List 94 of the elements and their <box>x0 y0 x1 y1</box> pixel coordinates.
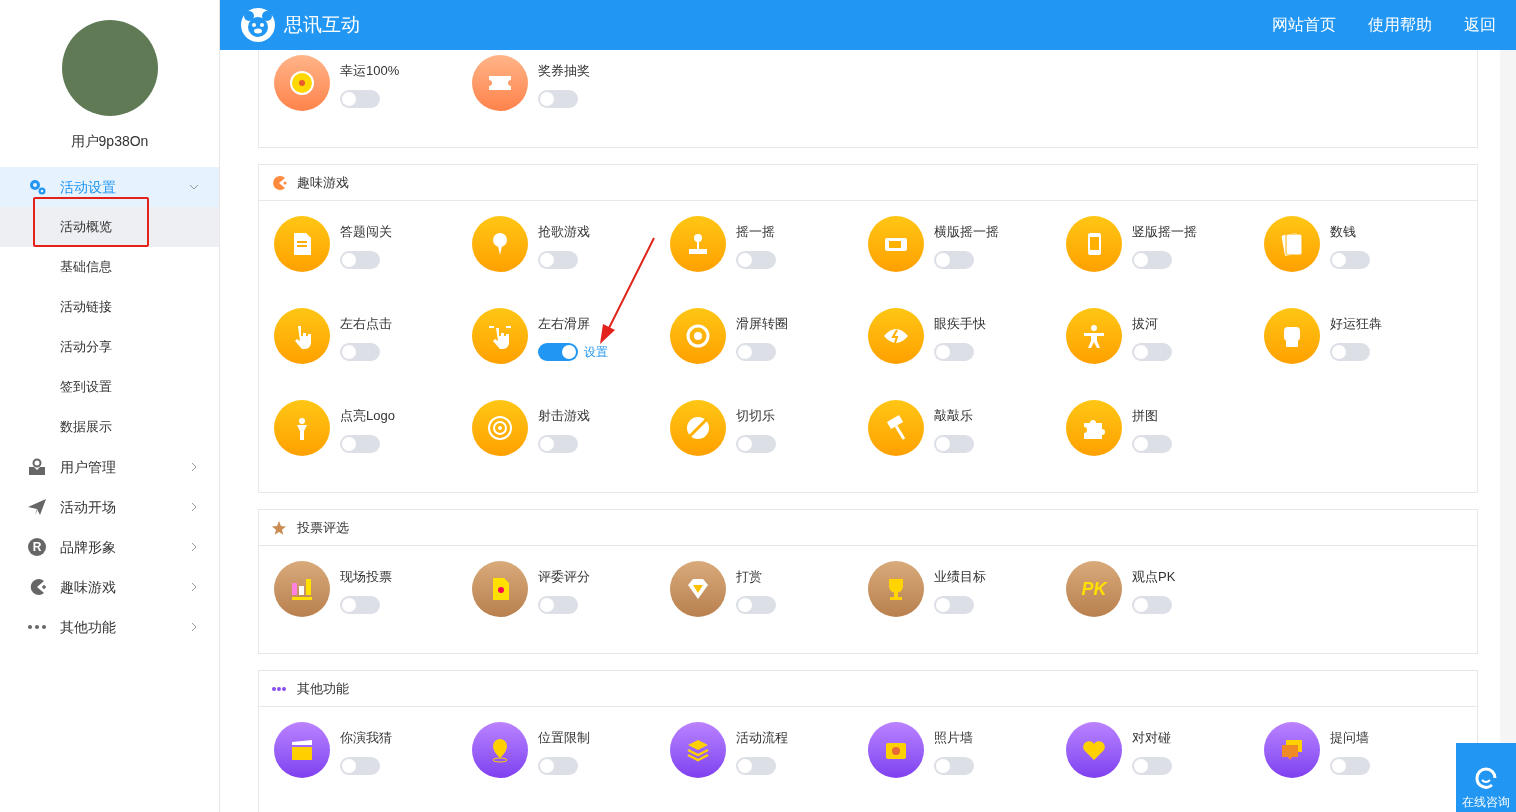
more-dots-icon <box>28 625 46 629</box>
feature-label: 答题闯关 <box>340 223 392 241</box>
gear-icon <box>28 178 46 196</box>
target-icon <box>486 414 514 442</box>
sliced-circle-icon <box>684 414 712 442</box>
consult-label: 在线咨询 <box>1462 795 1510 809</box>
feature-label: 眼疾手快 <box>934 315 986 333</box>
toggle-switch[interactable] <box>934 251 974 269</box>
toggle-switch[interactable] <box>934 435 974 453</box>
section-title: 其他功能 <box>297 679 349 698</box>
feature-label: 横版摇一摇 <box>934 223 999 241</box>
feature-label: 你演我猜 <box>340 729 392 747</box>
toggle-switch[interactable] <box>1132 435 1172 453</box>
feature-label: 左右滑屏 <box>538 315 591 333</box>
section-title: 投票评选 <box>297 518 349 537</box>
paper-plane-icon <box>28 498 46 516</box>
feature-label: 对对碰 <box>1132 729 1172 747</box>
user-card-icon <box>28 458 46 476</box>
pacman-icon <box>271 174 287 191</box>
toggle-switch[interactable] <box>340 343 380 361</box>
menu-label: 用户管理 <box>60 457 117 477</box>
feature-label: 打赏 <box>736 568 763 586</box>
toggle-switch[interactable] <box>1132 757 1172 775</box>
section-title: 趣味游戏 <box>297 173 349 192</box>
chevron-right-icon <box>189 622 199 632</box>
brand-icon: R <box>28 538 46 556</box>
menu-label: 趣味游戏 <box>60 577 117 597</box>
chevron-right-icon <box>189 502 199 512</box>
toggle-switch[interactable] <box>1330 251 1370 269</box>
toggle-switch[interactable] <box>538 90 578 108</box>
toggle-switch[interactable] <box>736 596 776 614</box>
feature-label: 位置限制 <box>538 729 590 747</box>
toggle-switch[interactable] <box>736 435 776 453</box>
toggle-switch[interactable] <box>1330 343 1370 361</box>
toggle-switch[interactable] <box>538 757 578 775</box>
feature-label: 滑屏转圈 <box>736 315 788 333</box>
chevron-down-icon <box>189 182 199 192</box>
toggle-switch[interactable] <box>340 251 380 269</box>
toggle-switch[interactable] <box>340 90 380 108</box>
toggle-switch[interactable] <box>736 343 776 361</box>
username: 用户9p38On <box>70 132 149 150</box>
feature-label: 拔河 <box>1132 315 1159 333</box>
toggle-switch[interactable] <box>736 757 776 775</box>
feature-label: 照片墙 <box>934 729 974 747</box>
toggle-switch[interactable] <box>538 343 578 361</box>
toggle-switch[interactable] <box>1132 343 1172 361</box>
feature-label: 提问墙 <box>1330 729 1370 747</box>
toggle-switch[interactable] <box>934 596 974 614</box>
feature-label: 切切乐 <box>736 407 776 425</box>
chevron-right-icon <box>189 542 199 552</box>
feature-label: 摇一摇 <box>736 223 776 241</box>
feature-label: 点亮Logo <box>340 407 395 425</box>
feature-label: 敲敲乐 <box>934 407 974 425</box>
toggle-switch[interactable] <box>340 435 380 453</box>
toggle-switch[interactable] <box>736 251 776 269</box>
rotate-icon <box>684 322 712 350</box>
feature-label: 现场投票 <box>340 568 392 586</box>
submenu-item[interactable]: 活动概览 <box>0 207 219 247</box>
toggle-switch[interactable] <box>1132 596 1172 614</box>
toggle-switch[interactable] <box>1132 251 1172 269</box>
feature-label: 好运狂犇 <box>1330 315 1382 333</box>
toggle-switch[interactable] <box>538 251 578 269</box>
feature-label: 抢歌游戏 <box>538 223 590 241</box>
toggle-switch[interactable] <box>538 435 578 453</box>
more-dots-icon <box>271 686 287 691</box>
feature-label: 评委评分 <box>538 568 590 586</box>
feature-label: 射击游戏 <box>538 407 590 425</box>
chevron-right-icon <box>189 462 199 472</box>
feature-label: 竖版摇一摇 <box>1132 223 1197 241</box>
logo-text: 思讯互动 <box>284 12 361 37</box>
feature-label: 奖券抽奖 <box>538 62 590 80</box>
star-icon <box>271 519 287 536</box>
toggle-switch[interactable] <box>934 757 974 775</box>
menu-label: 活动设置 <box>60 177 117 197</box>
feature-label: 左右点击 <box>340 315 392 333</box>
toggle-switch[interactable] <box>340 757 380 775</box>
menu-label: 活动开场 <box>60 497 117 517</box>
feature-label: 活动流程 <box>736 729 788 747</box>
toggle-switch[interactable] <box>934 343 974 361</box>
menu-label: 品牌形象 <box>60 537 117 557</box>
pk-icon-text: PK <box>1081 580 1107 598</box>
pacman-icon <box>28 578 46 596</box>
bear-logo-icon <box>240 7 276 43</box>
chevron-right-icon <box>189 582 199 592</box>
toggle-switch[interactable] <box>538 596 578 614</box>
toggle-switch[interactable] <box>1330 757 1370 775</box>
toggle-switch[interactable] <box>340 596 380 614</box>
feature-label: 幸运100% <box>340 62 400 80</box>
menu-label: 其他功能 <box>60 617 117 637</box>
feature-label: 拼图 <box>1132 407 1159 425</box>
feature-label: 数钱 <box>1330 223 1357 241</box>
feature-label: 业绩目标 <box>934 568 986 586</box>
feature-label: 观点PK <box>1132 568 1176 586</box>
wheel-icon <box>288 69 316 97</box>
